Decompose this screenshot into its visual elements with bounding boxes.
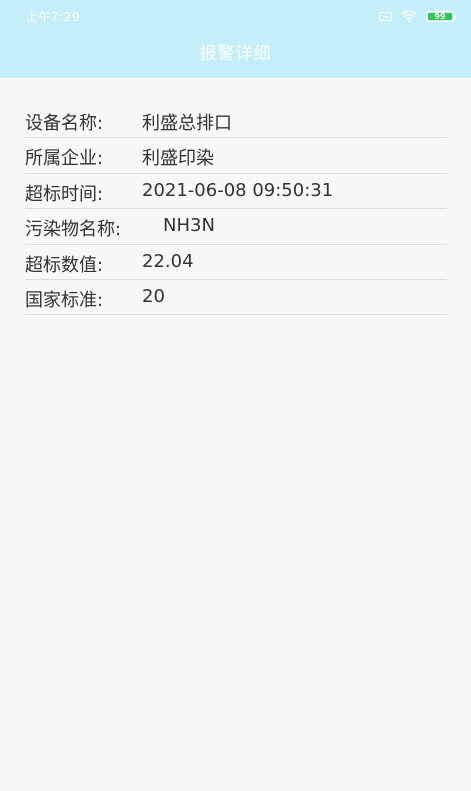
detail-row-exceed-value: 超标数值: 22.04 xyxy=(25,246,447,280)
detail-row-device-name: 设备名称: 利盛总排口 xyxy=(25,104,447,139)
battery-icon: 99 xyxy=(426,10,456,22)
header-bar: 上午7:29 99 报警详细 xyxy=(0,0,471,78)
wifi-icon xyxy=(401,10,417,22)
detail-row-exceed-time: 超标时间: 2021-06-08 09:50:31 xyxy=(25,175,447,210)
detail-label: 污染物名称: xyxy=(25,219,122,241)
detail-value: 利盛印染 xyxy=(142,148,214,170)
status-icons: 99 xyxy=(379,9,456,23)
status-time: 上午7:29 xyxy=(26,10,80,24)
page-title: 报警详细 xyxy=(199,44,272,64)
detail-label: 设备名称: xyxy=(25,113,104,134)
detail-label: 超标数值: xyxy=(25,254,104,276)
sim-icon xyxy=(379,11,392,21)
detail-value: 2021-06-08 09:50:31 xyxy=(142,179,334,201)
detail-value: 20 xyxy=(142,285,165,307)
status-bar: 上午7:29 99 xyxy=(0,0,471,30)
detail-value: 利盛总排口 xyxy=(142,113,232,134)
detail-row-national-standard: 国家标准: 20 xyxy=(25,281,447,316)
alarm-detail-screen: 上午7:29 99 报警详细 设备名称: 利盛总排口 所属企业: 利盛印染 超标… xyxy=(0,0,471,791)
battery-level: 99 xyxy=(434,11,446,21)
battery-cap xyxy=(454,14,456,19)
detail-list: 设备名称: 利盛总排口 所属企业: 利盛印染 超标时间: 2021-06-08 … xyxy=(25,104,447,316)
detail-row-company: 所属企业: 利盛印染 xyxy=(25,139,447,174)
detail-row-pollutant: 污染物名称: NH3N xyxy=(25,210,447,245)
detail-value: NH3N xyxy=(163,215,215,237)
detail-value: 22.04 xyxy=(142,250,194,272)
detail-label: 国家标准: xyxy=(25,289,104,311)
detail-label: 超标时间: xyxy=(25,183,104,205)
detail-label: 所属企业: xyxy=(25,148,104,170)
